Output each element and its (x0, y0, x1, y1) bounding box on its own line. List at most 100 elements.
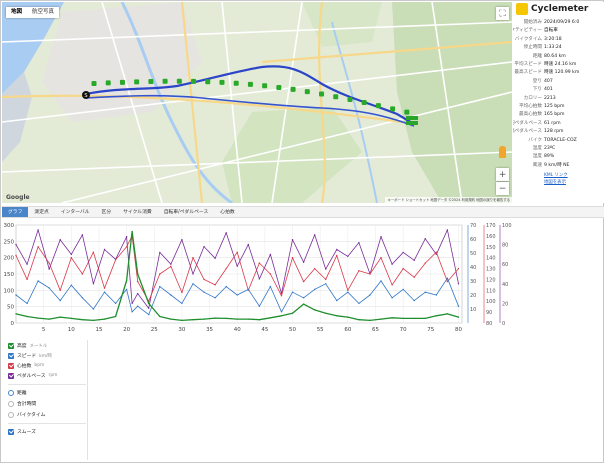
cadence-checkbox[interactable] (8, 372, 14, 379)
route-waypoint-marker (233, 80, 239, 86)
series-point-3 (114, 259, 117, 261)
series-point-2 (391, 297, 393, 299)
zoom-in-button[interactable]: + (496, 168, 509, 181)
smooth-checkbox[interactable] (8, 428, 14, 435)
tab-graph[interactable]: グラフ (2, 207, 29, 217)
tab-heart-rate[interactable]: 心拍数 (214, 207, 240, 217)
summary-row: 下り 401 (513, 86, 604, 94)
summary-value: 2213 (544, 95, 556, 101)
series-point-3 (369, 273, 371, 275)
series-point-3 (336, 254, 338, 257)
legend-altitude-unit: メートル (29, 343, 48, 349)
fullscreen-button[interactable]: ⛶ (496, 7, 509, 20)
legend-speed[interactable]: スピード km/時 (8, 351, 52, 360)
series-point-4 (325, 268, 327, 270)
route-waypoint-marker (375, 103, 381, 109)
tab-cycle-consumption[interactable]: サイクル消費 (117, 207, 158, 217)
heart-rate-checkbox[interactable] (8, 362, 14, 369)
map-type-satellite[interactable]: 航空写真 (27, 7, 59, 18)
speed-checkbox[interactable] (8, 352, 14, 359)
series-point-2 (70, 284, 73, 286)
series-point-2 (214, 297, 216, 299)
summary-value: 89% (544, 154, 555, 160)
legend-altitude[interactable]: 高度 メートル (8, 341, 47, 350)
map-type-map[interactable]: 地図 (6, 7, 27, 18)
show-map-link[interactable]: 地図を表示 (544, 179, 566, 185)
ride-summary-panel: Cyclemeter 開始済み2024/09/29 6:0アクティビティー自転車… (513, 2, 604, 203)
map-attribution[interactable]: キーボード ショートカット 地図データ ©2024 利用規約 地図の誤りを報告す… (385, 197, 512, 203)
smooth-option[interactable]: スムーズ (8, 427, 39, 436)
series-point-1 (457, 316, 460, 318)
right-axis-tick-label: 100 (486, 299, 496, 305)
xaxis-total-time-option[interactable]: 合計時間 (8, 399, 39, 408)
summary-value: 1:33:24 (544, 45, 562, 51)
series-point-3 (291, 256, 294, 259)
x-axis-tick-label: 60 (344, 327, 351, 333)
tab-splits[interactable]: 区分 (96, 207, 118, 217)
legend-divider (8, 384, 86, 385)
right-axis-tick-label: 100 (502, 223, 512, 229)
series-point-4 (59, 239, 61, 241)
series-point-2 (325, 283, 327, 285)
series-point-2 (125, 288, 128, 291)
series-point-4 (15, 243, 17, 246)
legend-heart-rate[interactable]: 心拍数 bpm (8, 361, 44, 370)
pegman-icon[interactable] (499, 146, 506, 158)
summary-key: 最高心拍数 (519, 112, 542, 118)
zoom-out-button[interactable]: − (496, 182, 509, 195)
series-point-2 (424, 291, 426, 293)
summary-row: 最高スピード 時速 120.99 km (513, 69, 604, 77)
xaxis-bike-time-option[interactable]: バイクタイム (8, 410, 48, 419)
xaxis-distance-option[interactable]: 距離 (8, 388, 30, 397)
route-waypoint-marker (191, 78, 197, 84)
bike-time-radio[interactable] (8, 411, 14, 418)
total-time-radio[interactable] (8, 400, 14, 407)
summary-key: 登り (532, 78, 542, 84)
route-markers[interactable]: S (2, 2, 512, 203)
series-point-2 (413, 299, 415, 302)
summary-row: 平均心拍数 125 bpm (513, 103, 604, 111)
series-point-4 (302, 261, 305, 263)
x-axis-tick-label: 5 (42, 327, 46, 333)
summary-row: 開始済み 2024/09/29 6:0 (513, 19, 604, 27)
route-waypoint-marker (361, 100, 367, 106)
series-point-3 (313, 267, 316, 270)
series-point-2 (37, 280, 39, 282)
series-point-4 (258, 278, 261, 280)
series-point-4 (358, 241, 360, 244)
kml-link[interactable]: KML リンク (544, 172, 568, 178)
google-logo: Google (6, 194, 30, 201)
series-point-2 (225, 285, 227, 288)
tab-points[interactable]: 測定点 (28, 207, 54, 217)
legend-heart-rate-unit: bpm (34, 363, 45, 368)
series-point-4 (413, 259, 415, 261)
series-point-1 (114, 315, 117, 318)
series-point-4 (81, 234, 84, 236)
series-point-1 (26, 315, 28, 318)
series-point-3 (159, 273, 161, 275)
series-point-2 (203, 291, 205, 293)
route-waypoint-marker (105, 80, 111, 86)
summary-value: 128 rpm (544, 129, 564, 135)
series-point-2 (15, 294, 17, 296)
series-point-4 (92, 283, 95, 285)
altitude-checkbox[interactable] (8, 342, 14, 349)
series-point-4 (446, 229, 449, 231)
right-axis-tick-label: 10 (470, 307, 476, 313)
x-axis-tick-label: 30 (178, 327, 185, 333)
map-type-control[interactable]: 地図 航空写真 (6, 7, 60, 18)
ride-graph[interactable]: 0501001502002503005 10 15 20 25 30 35 40 45 50 55 6… (2, 219, 604, 339)
summary-key: 下り (532, 87, 542, 93)
x-axis-tick-label: 50 (289, 327, 296, 333)
legend-cadence[interactable]: ペダルペース rpm (8, 371, 57, 380)
series-point-1 (192, 319, 194, 321)
series-point-3 (15, 254, 17, 257)
tab-cadence[interactable]: 自転車/ペダルペース (158, 207, 215, 217)
series-point-3 (48, 262, 50, 264)
end-cluster-marker (410, 121, 414, 125)
route-map[interactable]: S 地図 航空写真 ⛶ + − Google キーボード ショートカット 地図デ… (2, 2, 512, 203)
summary-row: 温度 23ºC (513, 145, 604, 153)
distance-radio[interactable] (8, 389, 14, 396)
x-axis-tick-label: 55 (317, 327, 324, 333)
tab-intervals[interactable]: インターバル (55, 207, 96, 217)
